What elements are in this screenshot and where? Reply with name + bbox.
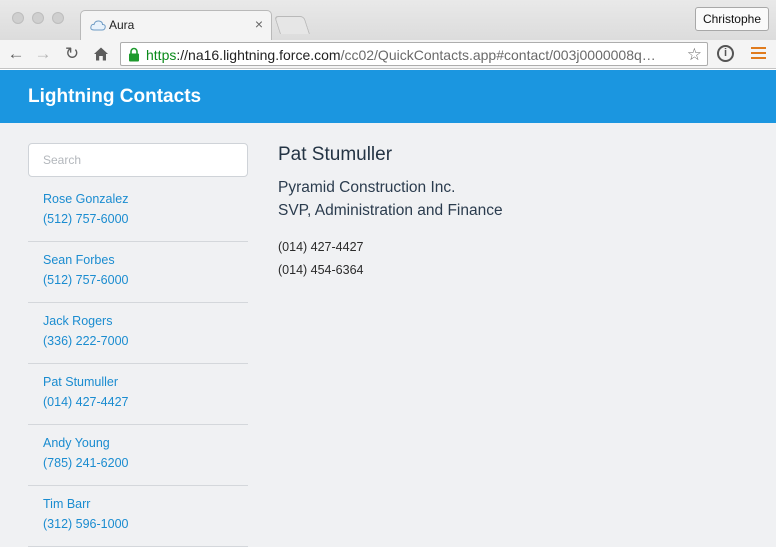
contact-list-item[interactable]: Tim Barr (312) 596-1000 (28, 486, 248, 547)
detail-job-title: SVP, Administration and Finance (278, 202, 503, 219)
reload-icon[interactable]: ↻ (62, 44, 82, 64)
home-icon[interactable] (91, 44, 111, 64)
app-title: Lightning Contacts (28, 86, 202, 107)
forward-icon[interactable]: → (33, 44, 53, 64)
browser-titlebar: Aura × Christophe (0, 0, 776, 40)
contact-name[interactable]: Sean Forbes (43, 250, 248, 270)
detail-phone: (014) 427-4427 (278, 240, 364, 254)
contact-phone[interactable]: (785) 241-6200 (43, 453, 248, 473)
contact-name[interactable]: Tim Barr (43, 494, 248, 514)
detail-name: Pat Stumuller (278, 144, 393, 165)
contact-name[interactable]: Rose Gonzalez (43, 189, 248, 209)
contact-phone[interactable]: (312) 596-1000 (43, 514, 248, 534)
contact-detail: Pat Stumuller Pyramid Construction Inc. … (278, 143, 758, 282)
search-input[interactable] (28, 143, 248, 177)
url-host: na16.lightning.force.com (188, 47, 341, 63)
info-icon[interactable]: i (717, 45, 734, 62)
contact-phone[interactable]: (512) 757-6000 (43, 209, 248, 229)
contact-phone[interactable]: (336) 222-7000 (43, 331, 248, 351)
contact-list: Rose Gonzalez (512) 757-6000 Sean Forbes… (28, 181, 248, 547)
app-header: Lightning Contacts (0, 70, 776, 123)
detail-mobile-phone: (014) 454-6364 (278, 263, 364, 277)
contact-list-item[interactable]: Rose Gonzalez (512) 757-6000 (28, 181, 248, 242)
cloud-icon (90, 20, 106, 31)
tab-close-icon[interactable]: × (255, 16, 263, 32)
detail-company: Pyramid Construction Inc. (278, 179, 456, 196)
url-separator: :// (176, 47, 189, 63)
detail-phones: (014) 427-4427 (014) 454-6364 (278, 236, 758, 282)
url-text: https://na16.lightning.force.com/cc02/Qu… (146, 47, 680, 63)
window-zoom-button[interactable] (52, 12, 64, 24)
contact-list-item[interactable]: Jack Rogers (336) 222-7000 (28, 303, 248, 364)
back-icon[interactable]: ← (6, 44, 26, 64)
tab-title: Aura (109, 18, 135, 32)
menu-icon[interactable] (751, 47, 766, 61)
contact-list-item[interactable]: Andy Young (785) 241-6200 (28, 425, 248, 486)
url-scheme: https (146, 47, 177, 63)
contact-list-item[interactable]: Sean Forbes (512) 757-6000 (28, 242, 248, 303)
profile-button[interactable]: Christophe (694, 7, 769, 31)
contact-name[interactable]: Andy Young (43, 433, 248, 453)
browser-tab[interactable]: Aura × (80, 10, 272, 40)
new-tab-button[interactable] (274, 16, 310, 34)
contact-name[interactable]: Pat Stumuller (43, 372, 248, 392)
contact-phone[interactable]: (512) 757-6000 (43, 270, 248, 290)
address-bar[interactable]: https://na16.lightning.force.com/cc02/Qu… (120, 42, 708, 66)
contact-phone[interactable]: (014) 427-4427 (43, 392, 248, 412)
app-body: Rose Gonzalez (512) 757-6000 Sean Forbes… (0, 123, 776, 547)
contact-list-item[interactable]: Pat Stumuller (014) 427-4427 (28, 364, 248, 425)
window-minimize-button[interactable] (32, 12, 44, 24)
window-close-button[interactable] (12, 12, 24, 24)
contact-name[interactable]: Jack Rogers (43, 311, 248, 331)
star-icon[interactable]: ☆ (687, 45, 702, 65)
lock-icon (129, 47, 139, 62)
url-path: /cc02/QuickContacts.app#contact/003j0000… (340, 47, 656, 63)
browser-toolbar: ← → ↻ https://na16.lightning.force.com/c… (0, 40, 776, 69)
